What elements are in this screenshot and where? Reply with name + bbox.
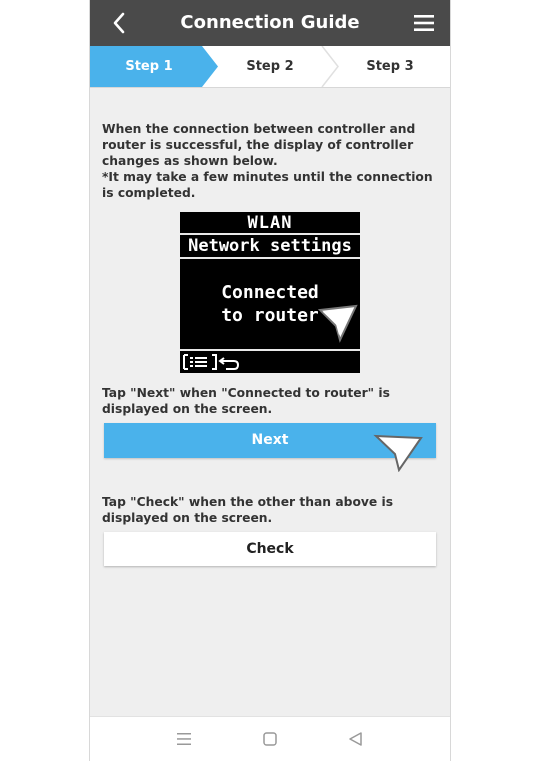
lcd-divider (180, 233, 360, 235)
recent-apps-icon[interactable] (174, 729, 194, 749)
check-button[interactable]: Check (104, 532, 436, 566)
next-instruction: Tap "Next" when "Connected to router" is… (102, 386, 390, 416)
next-button-label: Next (251, 432, 289, 448)
intro-paragraph: When the connection between controller a… (102, 122, 416, 168)
hamburger-menu-icon[interactable] (414, 13, 434, 33)
system-navbar (90, 716, 450, 761)
controller-display-image: WLAN Network settings Connected to route… (180, 212, 360, 373)
lcd-title: WLAN (247, 213, 293, 233)
intro-text: When the connection between controller a… (102, 121, 436, 201)
menu-list-icon (183, 354, 240, 370)
step-2: Step 2 (246, 59, 294, 74)
step-indicator: Step 1 Step 2 Step 3 (90, 46, 450, 88)
pointer-arrow-icon (373, 434, 423, 472)
step-1: Step 1 (125, 59, 173, 74)
lcd-divider (180, 257, 360, 259)
check-instruction: Tap "Check" when the other than above is… (102, 495, 394, 525)
app-header: Connection Guide (90, 0, 450, 46)
home-icon[interactable] (260, 729, 280, 749)
intro-note: *It may take a few minutes until the con… (102, 170, 433, 200)
pointer-arrow-icon (318, 304, 358, 343)
step-3: Step 3 (366, 59, 414, 74)
page-title: Connection Guide (180, 12, 360, 33)
phone-screen: Connection Guide Step 1 Step 2 Step 3 Wh… (90, 0, 450, 761)
lcd-divider (180, 349, 360, 351)
return-icon (218, 357, 240, 370)
check-button-label: Check (246, 541, 294, 557)
back-triangle-icon[interactable] (346, 729, 366, 749)
lcd-subtitle: Network settings (188, 236, 352, 256)
lcd-message-1: Connected (221, 282, 319, 303)
